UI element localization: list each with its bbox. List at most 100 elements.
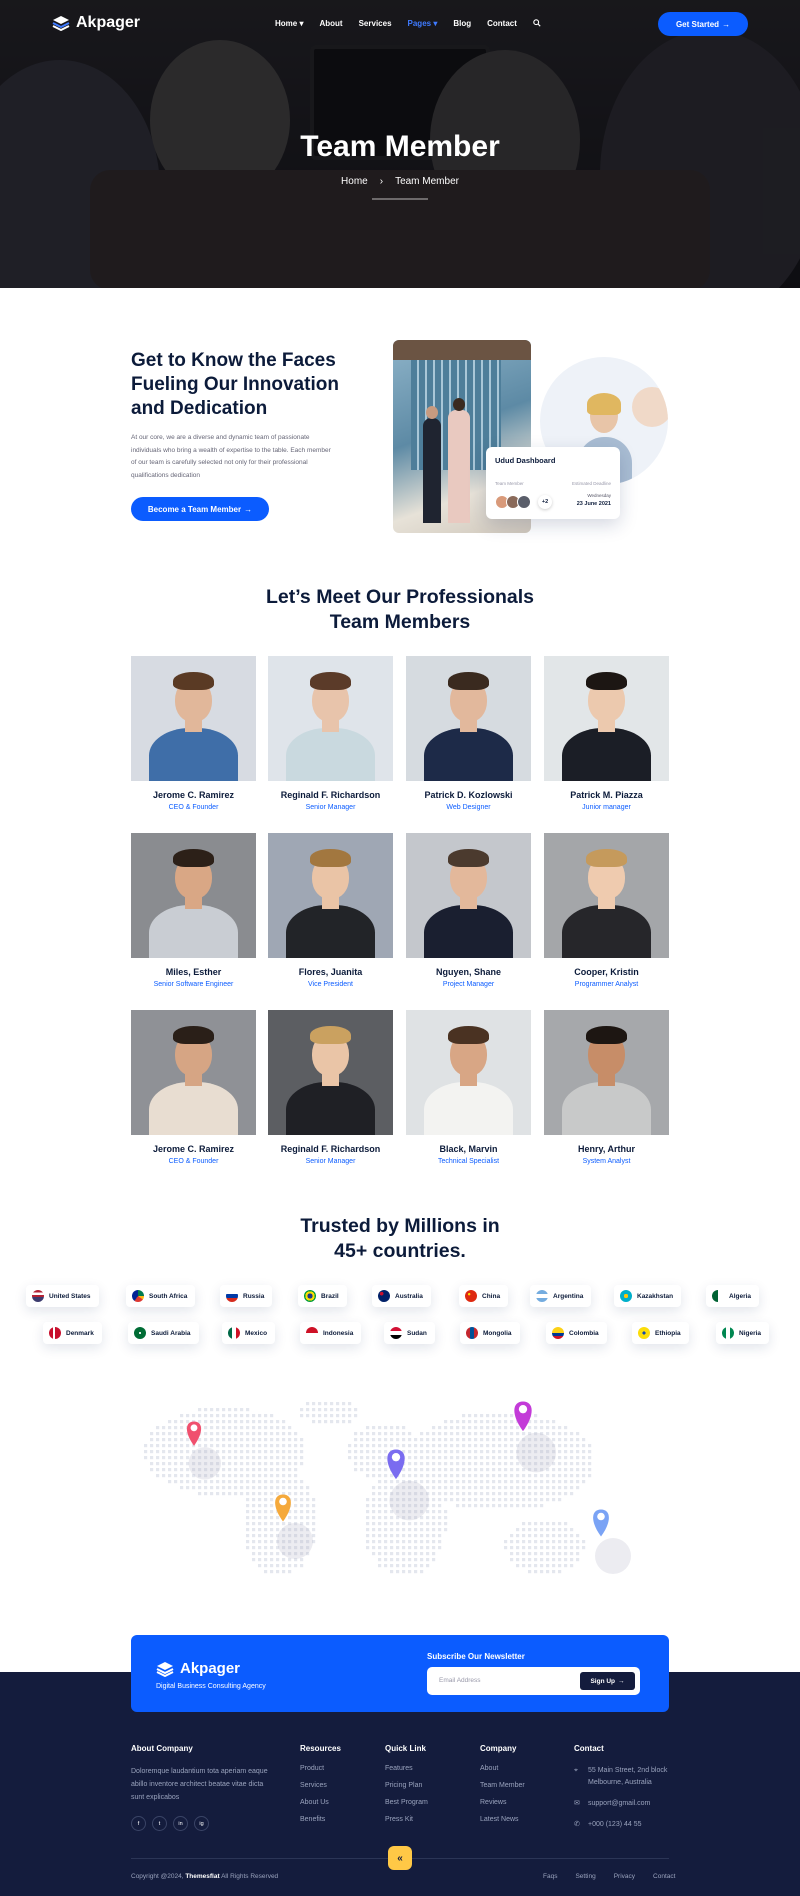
footer-link[interactable]: About <box>480 1765 525 1772</box>
member-name[interactable]: Reginald F. Richardson <box>268 1144 393 1154</box>
member-role: System Analyst <box>582 1158 631 1165</box>
member-role: Web Designer <box>446 804 491 811</box>
twitter-icon[interactable]: t <box>152 1816 167 1831</box>
member-name[interactable]: Miles, Esther <box>131 967 256 977</box>
footer-company: Company About Team Member Reviews Latest… <box>480 1744 525 1833</box>
team-member-card[interactable]: Patrick D. Kozlowski Web Designer <box>406 656 531 811</box>
flag-icon <box>306 1327 318 1339</box>
team-member-card[interactable]: Reginald F. Richardson Senior Manager <box>268 656 393 811</box>
member-name[interactable]: Black, Marvin <box>406 1144 531 1154</box>
team-member-card[interactable]: Flores, Juanita Vice President <box>268 833 393 988</box>
member-role: Junior manager <box>582 804 631 811</box>
member-photo <box>406 833 531 958</box>
mail-icon: ✉ <box>574 1800 580 1807</box>
instagram-icon[interactable]: ig <box>194 1816 209 1831</box>
country-name: Australia <box>395 1292 423 1300</box>
member-photo <box>406 656 531 781</box>
footer-link[interactable]: Features <box>385 1765 428 1772</box>
team-member-card[interactable]: Cooper, Kristin Programmer Analyst <box>544 833 669 988</box>
member-name[interactable]: Jerome C. Ramirez <box>131 790 256 800</box>
country-chip: Saudi Arabia <box>128 1322 199 1344</box>
country-name: Nigeria <box>739 1329 762 1337</box>
footer-link[interactable]: About Us <box>300 1799 341 1806</box>
flag-icon <box>228 1327 240 1339</box>
member-photo <box>268 833 393 958</box>
double-chevron-up-icon: « <box>397 1852 403 1864</box>
map-pin-icon[interactable] <box>387 1449 430 1521</box>
flag-icon <box>620 1290 632 1302</box>
faqs-link[interactable]: Faqs <box>543 1873 557 1880</box>
country-name: Ethiopia <box>655 1329 681 1337</box>
team-member-card[interactable]: Patrick M. Piazza Junior manager <box>544 656 669 811</box>
member-photo <box>544 833 669 958</box>
top-nav: Akpager Home ▾ About Services Pages ▾ Bl… <box>0 0 800 48</box>
become-member-button[interactable]: Become a Team Member → <box>131 497 269 521</box>
nav-services[interactable]: Services <box>359 19 392 29</box>
resources-title: Resources <box>300 1744 341 1753</box>
copyright-brand[interactable]: Themesflat <box>185 1873 219 1880</box>
brand-logo[interactable]: Akpager <box>52 14 140 32</box>
member-name[interactable]: Patrick M. Piazza <box>544 790 669 800</box>
team-member-card[interactable]: Miles, Esther Senior Software Engineer <box>131 833 256 988</box>
member-name[interactable]: Patrick D. Kozlowski <box>406 790 531 800</box>
member-name[interactable]: Cooper, Kristin <box>544 967 669 977</box>
nav-contact[interactable]: Contact <box>487 19 517 29</box>
copyright-post: All Rights Reserved <box>221 1873 279 1880</box>
country-name: Colombia <box>569 1329 599 1337</box>
member-name[interactable]: Henry, Arthur <box>544 1144 669 1154</box>
privacy-link[interactable]: Privacy <box>614 1873 635 1880</box>
country-chip: Indonesia <box>300 1322 362 1344</box>
country-chip: Colombia <box>546 1322 607 1344</box>
member-role: Senior Manager <box>305 1158 356 1165</box>
team-member-card[interactable]: Henry, Arthur System Analyst <box>544 1010 669 1165</box>
footer-link[interactable]: Team Member <box>480 1782 525 1789</box>
team-member-card[interactable]: Nguyen, Shane Project Manager <box>406 833 531 988</box>
footer-link[interactable]: Services <box>300 1782 341 1789</box>
newsletter-title: Subscribe Our Newsletter <box>427 1652 525 1661</box>
footer-link[interactable]: Best Program <box>385 1799 428 1806</box>
search-icon[interactable] <box>533 19 541 29</box>
breadcrumb-home[interactable]: Home <box>341 176 368 187</box>
footer-link[interactable]: Reviews <box>480 1799 525 1806</box>
contact-phone[interactable]: +000 (123) 44 55 <box>588 1819 642 1831</box>
member-name[interactable]: Jerome C. Ramirez <box>131 1144 256 1154</box>
member-name[interactable]: Flores, Juanita <box>268 967 393 977</box>
nav-pages[interactable]: Pages ▾ <box>408 19 438 29</box>
footer-link[interactable]: Benefits <box>300 1816 341 1823</box>
footer-link[interactable]: Pricing Plan <box>385 1782 428 1789</box>
team-member-card[interactable]: Jerome C. Ramirez CEO & Founder <box>131 656 256 811</box>
flag-icon <box>722 1327 734 1339</box>
country-chip: Russia <box>220 1285 273 1307</box>
footer-bottom-links: Faqs Setting Privacy Contact <box>543 1873 675 1880</box>
footer-link[interactable]: Latest News <box>480 1816 525 1823</box>
get-started-button[interactable]: Get Started → <box>658 12 748 36</box>
facebook-icon[interactable]: f <box>131 1816 146 1831</box>
setting-link[interactable]: Setting <box>575 1873 595 1880</box>
flag-icon <box>552 1327 564 1339</box>
sign-up-button[interactable]: Sign Up → <box>580 1672 635 1690</box>
member-name[interactable]: Nguyen, Shane <box>406 967 531 977</box>
nav-blog[interactable]: Blog <box>453 19 471 29</box>
flag-icon <box>712 1290 724 1302</box>
team-member-card[interactable]: Jerome C. Ramirez CEO & Founder <box>131 1010 256 1165</box>
member-name[interactable]: Reginald F. Richardson <box>268 790 393 800</box>
footer-link[interactable]: Product <box>300 1765 341 1772</box>
team-member-card[interactable]: Reginald F. Richardson Senior Manager <box>268 1010 393 1165</box>
contact-link[interactable]: Contact <box>653 1873 675 1880</box>
email-input[interactable]: Email Address <box>439 1677 481 1684</box>
footer-link[interactable]: Press Kit <box>385 1816 428 1823</box>
nav-home[interactable]: Home ▾ <box>275 19 303 29</box>
map-pin-icon[interactable] <box>593 1509 631 1575</box>
about-heading: Get to Know the Faces Fueling Our Innova… <box>131 350 339 419</box>
breadcrumb-current: Team Member <box>395 176 459 187</box>
hero-section: Akpager Home ▾ About Services Pages ▾ Bl… <box>0 0 800 288</box>
scroll-to-top-button[interactable]: « <box>388 1846 412 1870</box>
country-chip: China <box>459 1285 509 1307</box>
contact-email[interactable]: support@gmail.com <box>588 1798 650 1810</box>
team-member-card[interactable]: Black, Marvin Technical Specialist <box>406 1010 531 1165</box>
member-photo <box>268 1010 393 1135</box>
nav-about[interactable]: About <box>319 19 342 29</box>
map-pin-icon[interactable] <box>514 1401 556 1473</box>
footer-logo[interactable]: Akpager <box>156 1660 240 1677</box>
linkedin-icon[interactable]: in <box>173 1816 188 1831</box>
